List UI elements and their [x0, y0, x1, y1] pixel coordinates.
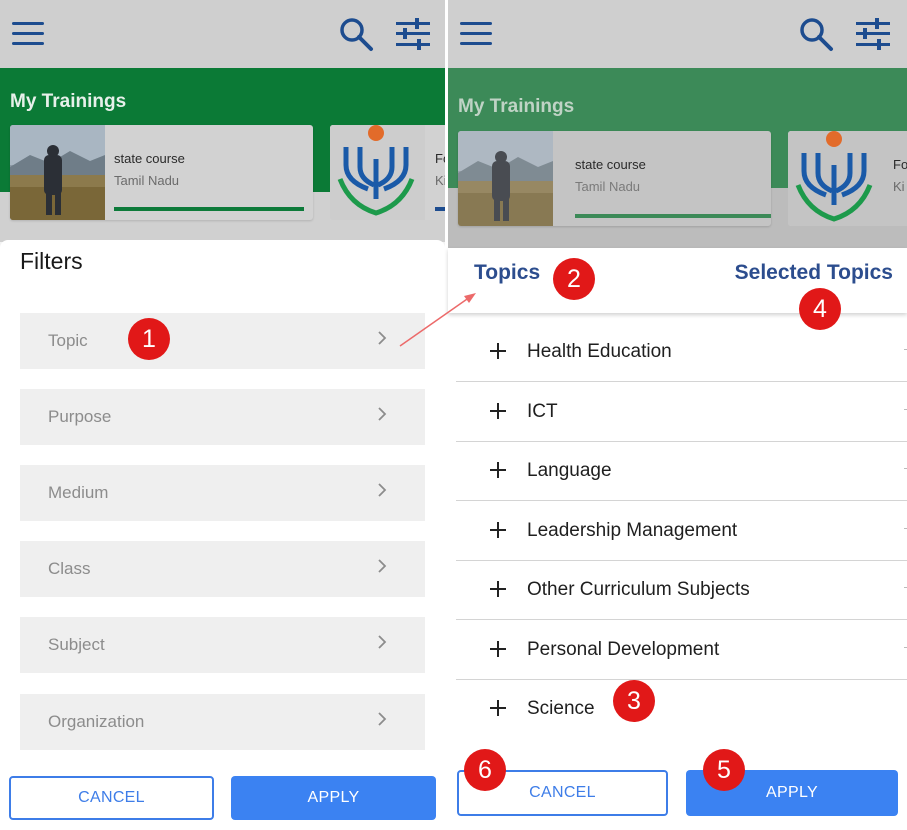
filter-item-subject[interactable]: Subject [20, 617, 425, 673]
topic-label: Other Curriculum Subjects [527, 579, 750, 600]
filter-item-organization[interactable]: Organization [20, 694, 425, 750]
course-title-partial: Fo [435, 151, 445, 166]
chevron-right-icon [378, 483, 387, 497]
app-header [0, 0, 445, 68]
filters-title: Filters [20, 248, 83, 274]
topic-row-language[interactable]: Language [456, 442, 907, 501]
menu-icon[interactable] [12, 22, 44, 48]
course-subtitle: Tamil Nadu [114, 173, 180, 188]
diksha-logo-icon [330, 125, 425, 220]
chevron-right-icon [378, 559, 387, 573]
topic-row-health-education[interactable]: Health Education [456, 323, 907, 382]
topic-row-personal-development[interactable]: Personal Development [456, 621, 907, 680]
screenshot-root: My Trainings state course Tamil Nadu F K… [0, 0, 907, 830]
chevron-right-icon [378, 635, 387, 649]
left-screen: My Trainings state course Tamil Nadu F K… [0, 0, 445, 830]
filter-item-label: Medium [48, 483, 109, 502]
plus-icon[interactable] [490, 462, 506, 478]
plus-icon[interactable] [490, 581, 506, 597]
filters-cancel-button[interactable]: CANCEL [9, 776, 214, 820]
topic-row-science[interactable]: Science [456, 680, 907, 739]
section-title: My Trainings [10, 91, 127, 112]
annotation-badge-1: 1 [128, 318, 170, 360]
filter-item-class[interactable]: Class [20, 541, 425, 597]
plus-icon[interactable] [490, 343, 506, 359]
filter-item-label: Class [48, 559, 91, 578]
chevron-right-icon [378, 407, 387, 421]
topic-label: Language [527, 460, 612, 481]
app-header [448, 0, 907, 68]
course-thumbnail [10, 125, 105, 220]
course-title: state course [114, 151, 185, 166]
course-card[interactable]: state course Tamil Nadu [458, 131, 771, 226]
tab-selected-topics[interactable]: Selected Topics [735, 261, 893, 285]
course-progress-bar [114, 207, 304, 211]
topic-row-other-curriculum-subjects[interactable]: Other Curriculum Subjects [456, 561, 907, 620]
plus-icon[interactable] [490, 641, 506, 657]
topic-label: ICT [527, 401, 558, 422]
plus-icon[interactable] [490, 403, 506, 419]
plus-icon[interactable] [490, 700, 506, 716]
topics-sheet: Topics Selected Topics Health Education … [448, 248, 907, 830]
filter-item-label: Subject [48, 635, 105, 654]
annotation-badge-5: 5 [703, 749, 745, 791]
course-subtitle-partial: Ki [893, 179, 905, 194]
annotation-badge-6: 6 [464, 749, 506, 791]
search-icon[interactable] [798, 16, 834, 52]
tab-topics[interactable]: Topics [474, 261, 540, 285]
topic-label: Health Education [527, 341, 672, 362]
course-progress-bar-partial [435, 207, 445, 211]
filters-apply-button[interactable]: APPLY [231, 776, 436, 820]
chevron-right-icon [378, 331, 387, 345]
section-title: My Trainings [458, 96, 575, 117]
course-thumbnail [458, 131, 553, 226]
filter-item-label: Organization [48, 712, 145, 731]
chevron-right-icon [378, 712, 387, 726]
diksha-logo-icon [788, 131, 883, 226]
course-title-partial: Fo [893, 157, 907, 172]
filter-item-label: Topic [48, 331, 88, 350]
annotation-badge-3: 3 [613, 680, 655, 722]
course-card[interactable]: state course Tamil Nadu [10, 125, 313, 220]
filter-item-label: Purpose [48, 407, 112, 426]
tune-icon[interactable] [396, 18, 430, 50]
filter-item-medium[interactable]: Medium [20, 465, 425, 521]
filter-item-topic[interactable]: Topic [20, 313, 425, 369]
plus-icon[interactable] [490, 522, 506, 538]
annotation-badge-4: 4 [799, 288, 841, 330]
topic-label: Leadership Management [527, 520, 738, 541]
course-subtitle: Tamil Nadu [575, 179, 641, 194]
filter-item-purpose[interactable]: Purpose [20, 389, 425, 445]
course-card-partial[interactable]: Fo Ki [330, 125, 445, 220]
menu-icon[interactable] [460, 22, 492, 48]
topic-label: Personal Development [527, 639, 720, 660]
topic-row-ict[interactable]: ICT [456, 383, 907, 442]
tune-icon[interactable] [856, 18, 890, 50]
search-icon[interactable] [338, 16, 374, 52]
topic-label: Science [527, 698, 595, 719]
course-subtitle-partial: Ki [435, 173, 445, 188]
course-title: state course [575, 157, 646, 172]
filters-sheet: Filters Topic Purpose Medium Class Subje… [0, 240, 445, 830]
course-progress-bar [575, 214, 771, 218]
annotation-badge-2: 2 [553, 258, 595, 300]
course-card-partial[interactable]: Fo Ki [788, 131, 907, 226]
topic-row-leadership-management[interactable]: Leadership Management [456, 502, 907, 561]
